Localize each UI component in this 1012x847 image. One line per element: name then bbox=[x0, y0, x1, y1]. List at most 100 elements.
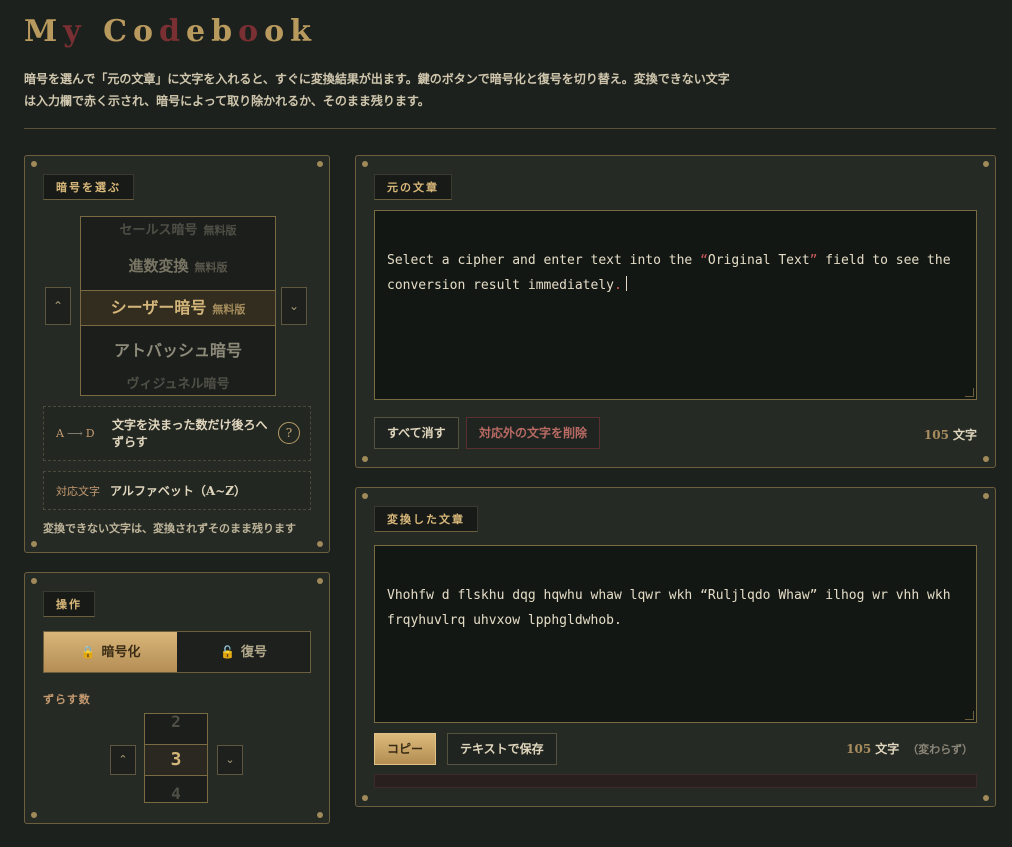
charset-box: 対応文字 アルファベット（A~Z） bbox=[43, 471, 311, 510]
input-panel: 元の文章 Select a cipher and enter text into… bbox=[355, 155, 996, 468]
rivet bbox=[983, 795, 989, 801]
title-letter: d bbox=[159, 14, 186, 49]
decrypt-button[interactable]: 🔓 復号 bbox=[177, 632, 310, 672]
encrypt-label: 暗号化 bbox=[101, 645, 141, 660]
rivet bbox=[31, 541, 37, 547]
output-panel-label: 変換した文章 bbox=[374, 506, 478, 532]
cipher-option-name: ヴィジュネル暗号 bbox=[126, 377, 230, 392]
cipher-option-selected[interactable]: シーザー暗号 無料版 bbox=[81, 290, 275, 326]
example-from: A bbox=[56, 427, 64, 440]
char-count-value: 105 bbox=[923, 428, 949, 442]
encrypt-button[interactable]: 🔒 暗号化 bbox=[44, 632, 177, 672]
cipher-option-name: アトバッシュ暗号 bbox=[113, 341, 242, 360]
unsupported-char: . bbox=[613, 278, 622, 293]
chevron-down-icon: ⌄ bbox=[288, 299, 300, 313]
cipher-option[interactable]: 進数変換 無料版 bbox=[81, 255, 275, 276]
original-text-input[interactable]: Select a cipher and enter text into the … bbox=[374, 210, 977, 400]
rivet bbox=[317, 578, 323, 584]
mode-toggle: 🔒 暗号化 🔓 復号 bbox=[43, 631, 311, 673]
resize-handle[interactable] bbox=[965, 711, 974, 720]
header-divider bbox=[24, 128, 996, 129]
shift-picker[interactable]: 2 3 4 bbox=[144, 713, 208, 803]
cipher-option-badge: 無料版 bbox=[212, 303, 246, 316]
input-text: Select a cipher and enter text into the bbox=[387, 253, 701, 268]
rivet bbox=[317, 541, 323, 547]
charset-value: アルファベット（A~Z） bbox=[110, 484, 247, 498]
unlock-icon: 🔓 bbox=[220, 645, 235, 659]
operation-panel: 操作 🔒 暗号化 🔓 復号 ずらす数 ⌃ 2 3 4 ⌄ bbox=[24, 572, 330, 824]
title-letter: o bbox=[133, 14, 160, 49]
title-letter: y bbox=[63, 14, 87, 49]
status-bar bbox=[374, 774, 977, 788]
rivet bbox=[983, 456, 989, 462]
app-description: 暗号を選んで「元の文章」に文字を入れると、すぐに変換結果が出ます。鍵のボタンで暗… bbox=[24, 72, 730, 108]
output-char-count: 105 文字 （変わらず） bbox=[846, 740, 973, 757]
char-count-unit: 文字 bbox=[875, 742, 900, 756]
cipher-picker[interactable]: セールス暗号 無料版 進数変換 無料版 シーザー暗号 無料版 アトバッシュ暗号 ヴィジ… bbox=[80, 216, 276, 396]
rivet bbox=[317, 812, 323, 818]
cipher-option-name: シーザー暗号 bbox=[110, 298, 207, 317]
rivet bbox=[31, 812, 37, 818]
shift-value[interactable]: 3 bbox=[145, 744, 207, 776]
input-text: Original Text bbox=[707, 253, 810, 268]
cipher-option-badge: 無料版 bbox=[203, 224, 237, 237]
rivet bbox=[362, 493, 368, 499]
chevron-up-icon: ⌃ bbox=[118, 753, 128, 766]
help-icon[interactable]: ? bbox=[278, 422, 300, 444]
cipher-option[interactable]: ヴィジュネル暗号 bbox=[81, 373, 275, 392]
output-panel: 変換した文章 Vhohfw d flskhu dqg hqwhu whaw lq… bbox=[355, 487, 996, 807]
shift-option[interactable]: 4 bbox=[145, 784, 207, 802]
shift-option[interactable]: 2 bbox=[145, 714, 207, 731]
copy-button[interactable]: コピー bbox=[374, 733, 437, 765]
rivet bbox=[31, 578, 37, 584]
cipher-summary: 文字を決まった数だけ後ろへずらす bbox=[112, 418, 268, 449]
app-title: My Codebook bbox=[24, 14, 317, 49]
rivet bbox=[362, 161, 368, 167]
char-count-value: 105 bbox=[846, 742, 872, 756]
rivet bbox=[362, 456, 368, 462]
remove-unsupported-button[interactable]: 対応外の文字を削除 bbox=[466, 417, 601, 449]
shift-down-button[interactable]: ⌄ bbox=[217, 745, 243, 775]
input-panel-label: 元の文章 bbox=[374, 174, 452, 200]
decrypt-label: 復号 bbox=[240, 645, 267, 660]
rivet bbox=[983, 161, 989, 167]
lock-icon: 🔒 bbox=[80, 645, 96, 659]
cipher-option-name: セールス暗号 bbox=[119, 223, 198, 238]
cipher-panel-label: 暗号を選ぶ bbox=[43, 174, 134, 200]
rivet bbox=[31, 161, 37, 167]
cipher-note: 変換できない文字は、変換されずそのまま残ります bbox=[43, 522, 296, 535]
arrow-right-icon: ⟶ bbox=[66, 427, 83, 440]
shift-label: ずらす数 bbox=[43, 693, 91, 706]
cipher-summary-box: A ⟶ D 文字を決まった数だけ後ろへずらす ? bbox=[43, 406, 311, 461]
title-letter: M bbox=[24, 14, 64, 49]
title-letter: b bbox=[211, 14, 239, 49]
resize-handle[interactable] bbox=[965, 388, 974, 397]
cipher-option[interactable]: アトバッシュ暗号 bbox=[81, 337, 275, 361]
operation-panel-label: 操作 bbox=[43, 591, 95, 617]
title-letter: C bbox=[103, 14, 133, 49]
example-to: D bbox=[85, 427, 95, 440]
rivet bbox=[362, 795, 368, 801]
cipher-next-button[interactable]: ⌄ bbox=[281, 287, 307, 325]
input-char-count: 105 文字 bbox=[924, 426, 977, 443]
clear-all-button[interactable]: すべて消す bbox=[374, 417, 459, 449]
unsupported-char: “ bbox=[700, 253, 708, 268]
rivet bbox=[317, 161, 323, 167]
title-letter bbox=[87, 14, 103, 49]
cipher-option-name: 進数変換 bbox=[128, 257, 189, 275]
title-letter: k bbox=[290, 14, 317, 49]
charset-label: 対応文字 bbox=[56, 485, 100, 498]
cipher-option[interactable]: セールス暗号 無料版 bbox=[81, 219, 275, 238]
save-text-button[interactable]: テキストで保存 bbox=[447, 733, 557, 765]
converted-text-output[interactable]: Vhohfw d flskhu dqg hqwhu whaw lqwr wkh … bbox=[374, 545, 977, 723]
char-count-note: （変わらず） bbox=[907, 743, 973, 756]
title-letter: e bbox=[186, 14, 212, 49]
rivet bbox=[983, 493, 989, 499]
title-letter: o bbox=[238, 14, 265, 49]
title-letter: o bbox=[264, 14, 291, 49]
cipher-prev-button[interactable]: ⌃ bbox=[45, 287, 71, 325]
chevron-down-icon: ⌄ bbox=[225, 753, 235, 766]
shift-up-button[interactable]: ⌃ bbox=[110, 745, 136, 775]
text-cursor bbox=[625, 276, 627, 291]
shift-example: A ⟶ D bbox=[56, 427, 95, 440]
